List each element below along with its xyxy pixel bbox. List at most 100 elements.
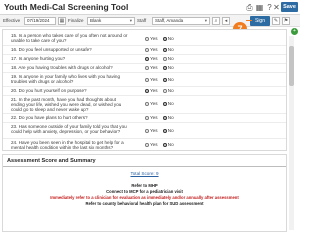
summary-panel: Assessment Score and Summary Total Score…: [2, 154, 287, 232]
finalize-select[interactable]: Blank ▾: [87, 17, 135, 25]
radio-icon: [145, 77, 149, 82]
radio-icon: [145, 101, 149, 106]
form-content: 15. Is a person who takes care of you of…: [2, 29, 287, 232]
radio-icon: [145, 56, 149, 61]
radio-icon: [162, 56, 167, 61]
question-21: 21. In the past month, have you had thou…: [11, 97, 122, 113]
question-20-yes[interactable]: Yes: [145, 88, 158, 93]
radio-icon: [145, 128, 149, 133]
question-20-no[interactable]: No: [162, 88, 174, 93]
question-16-no[interactable]: No: [162, 47, 174, 52]
divider: [3, 122, 286, 123]
divider: [3, 54, 286, 55]
page-title: Youth Medi-Cal Screening Tool: [4, 2, 129, 12]
question-19-options: Yes No: [145, 77, 178, 82]
question-17-yes[interactable]: Yes: [145, 56, 158, 61]
question-21-no[interactable]: No: [162, 101, 174, 106]
calendar-picker-icon[interactable]: ▦: [58, 17, 66, 25]
divider: [3, 138, 286, 139]
question-18-options: Yes No: [145, 65, 178, 70]
radio-icon: [145, 115, 149, 120]
question-19-yes[interactable]: Yes: [145, 77, 158, 82]
question-15-yes[interactable]: Yes: [145, 36, 158, 41]
staff-label: Staff: [137, 18, 147, 23]
finalize-value: Blank: [90, 18, 102, 23]
question-23-no[interactable]: No: [162, 128, 174, 133]
question-21-options: Yes No: [145, 101, 178, 106]
radio-icon: [162, 115, 167, 120]
close-icon[interactable]: ✕: [272, 3, 281, 12]
question-24-yes[interactable]: Yes: [145, 142, 158, 147]
flag-icon[interactable]: ⚑: [282, 17, 290, 25]
question-18-yes[interactable]: Yes: [145, 65, 158, 70]
back-arrow-icon[interactable]: ◂: [222, 17, 230, 25]
effective-date-value: 07/19/2024: [27, 18, 50, 23]
search-icon[interactable]: ⌕: [212, 17, 220, 25]
edit-icon[interactable]: ✎: [272, 17, 280, 25]
effective-date-field[interactable]: 07/19/2024: [24, 17, 56, 25]
question-16-yes[interactable]: Yes: [145, 47, 158, 52]
summary-title: Assessment Score and Summary: [7, 158, 96, 164]
question-23-options: Yes No: [145, 128, 178, 133]
immediate-referral-text: Immediately refer to a clinician for eva…: [50, 195, 239, 200]
radio-icon: [162, 101, 167, 106]
question-16: 16. Do you feel unsupported or unsafe?: [11, 47, 92, 52]
chevron-down-icon: ▾: [129, 18, 132, 23]
question-19-no[interactable]: No: [162, 77, 174, 82]
radio-icon: [145, 142, 149, 147]
scrollbar-thumb[interactable]: [289, 46, 294, 86]
title-bar: Youth Medi-Cal Screening Tool ⎙ ▦ ? ✕ Sa…: [0, 0, 300, 15]
question-17-no[interactable]: No: [162, 56, 174, 61]
print-icon[interactable]: ⎙: [245, 3, 254, 12]
question-22-no[interactable]: No: [162, 115, 174, 120]
question-21-yes[interactable]: Yes: [145, 101, 158, 106]
summary-divider: [3, 166, 286, 167]
connect-mcp-text: Connect to MCP for a pediatrician visit: [106, 189, 183, 194]
sign-button[interactable]: Sign: [250, 16, 270, 26]
radio-icon: [162, 47, 167, 52]
radio-icon: [162, 65, 167, 70]
divider: [3, 63, 286, 64]
question-24-options: Yes No: [145, 142, 178, 147]
question-23-yes[interactable]: Yes: [145, 128, 158, 133]
question-17: 17. Is anyone hurting you?: [11, 56, 66, 61]
radio-icon: [162, 128, 167, 133]
staff-select[interactable]: Staff, Amanda ▾: [152, 17, 210, 25]
refer-mhp-text: Refer to MHP: [131, 183, 158, 188]
radio-icon: [162, 77, 167, 82]
question-19: 19. Is anyone in your family who lives w…: [11, 74, 121, 85]
question-24: 24. Have you been seen in the hospital t…: [11, 140, 124, 151]
add-icon[interactable]: +: [291, 28, 298, 35]
divider: [3, 86, 286, 87]
radio-icon: [145, 88, 149, 93]
question-22-options: Yes No: [145, 115, 178, 120]
finalize-label: Finalize: [68, 18, 84, 23]
radio-icon: [162, 88, 167, 93]
question-20: 20. Do you hurt yourself on purpose?: [11, 88, 87, 93]
radio-icon: [162, 142, 167, 147]
total-score-link[interactable]: Total Score: 9: [3, 171, 286, 176]
question-23: 23. Has someone outside of your family t…: [11, 124, 127, 135]
chevron-down-icon: ▾: [204, 18, 207, 23]
radio-icon: [145, 36, 149, 41]
calendar-icon[interactable]: ▦: [255, 3, 264, 12]
divider: [3, 113, 286, 114]
divider: [3, 45, 286, 46]
effective-label: Effective: [3, 18, 21, 23]
staff-value: Staff, Amanda: [155, 18, 184, 23]
divider: [3, 72, 286, 73]
save-button[interactable]: Save: [281, 2, 298, 12]
questions-panel: 15. Is a person who takes care of you of…: [2, 29, 287, 151]
question-15-no[interactable]: No: [162, 36, 174, 41]
question-22: 22. Do you have plans to hurt others?: [11, 115, 88, 120]
question-20-options: Yes No: [145, 88, 178, 93]
callout-pointer: [246, 20, 252, 21]
question-18: 18. Are you having troubles with drugs o…: [11, 65, 113, 70]
question-17-options: Yes No: [145, 56, 178, 61]
radio-icon: [145, 65, 149, 70]
question-15-options: Yes No: [145, 36, 178, 41]
screening-tool-window: Youth Medi-Cal Screening Tool ⎙ ▦ ? ✕ Sa…: [0, 0, 300, 232]
question-18-no[interactable]: No: [162, 65, 174, 70]
question-22-yes[interactable]: Yes: [145, 115, 158, 120]
question-24-no[interactable]: No: [162, 142, 174, 147]
